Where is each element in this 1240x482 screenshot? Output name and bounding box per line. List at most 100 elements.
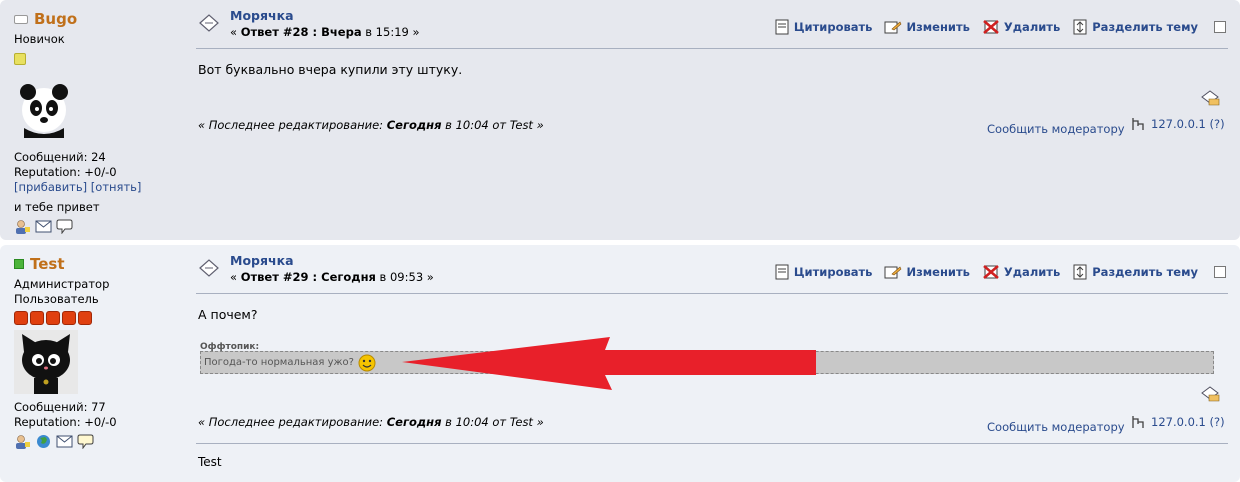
- personal-text: и тебе привет: [14, 200, 100, 214]
- online-status-icon: [14, 259, 24, 269]
- star-icon: [14, 53, 26, 65]
- poster-name-row: Test: [14, 255, 184, 273]
- signature-divider: [196, 443, 1228, 444]
- post-actions: Цитировать Изменить Удалить Разделить те…: [774, 19, 1226, 35]
- answer-label: Ответ #28 : Вчера: [240, 25, 362, 39]
- post-subject-link[interactable]: Морячка: [230, 8, 294, 23]
- post-answer-line: « Ответ #29 : Сегодня в 09:53 »: [230, 270, 434, 284]
- offtopic-text: Погода-то нормальная ужо?: [204, 357, 354, 368]
- ip-link[interactable]: 127.0.0.1 (?): [1151, 117, 1225, 131]
- star-icon: [62, 311, 76, 325]
- edit-prefix: « Последнее редактирование:: [198, 118, 387, 132]
- select-post-checkbox[interactable]: [1214, 21, 1226, 33]
- star-icon: [78, 311, 92, 325]
- last-edit-info: « Последнее редактирование: Сегодня в 10…: [198, 118, 544, 132]
- red-arrow-annotation: [402, 337, 816, 390]
- message-count: Сообщений: 77: [14, 400, 106, 414]
- member-rank: Новичок: [14, 32, 65, 46]
- email-icon[interactable]: [35, 219, 52, 234]
- pm-icon[interactable]: [77, 434, 94, 449]
- post-subject-link[interactable]: Морячка: [230, 253, 294, 268]
- post-divider: [196, 293, 1228, 294]
- quote-button[interactable]: Цитировать: [774, 19, 873, 35]
- member-group: Администратор: [14, 277, 110, 291]
- offline-status-icon: [14, 14, 28, 24]
- pm-icon[interactable]: [56, 219, 73, 234]
- delete-icon: [983, 265, 999, 279]
- select-post-checkbox[interactable]: [1214, 266, 1226, 278]
- split-icon: [1073, 264, 1087, 280]
- delete-button[interactable]: Удалить: [982, 19, 1060, 35]
- modify-button[interactable]: Изменить: [884, 19, 970, 35]
- edit-prefix: « Последнее редактирование:: [198, 415, 387, 429]
- post-answer-line: « Ответ #28 : Вчера в 15:19 »: [230, 25, 420, 39]
- last-edit-info: « Последнее редактирование: Сегодня в 10…: [198, 415, 544, 429]
- delete-label: Удалить: [1003, 20, 1061, 34]
- post-subject-icon: [199, 14, 219, 32]
- post-body: А почем?: [198, 307, 258, 322]
- reputation: Reputation: +0/-0: [14, 415, 117, 429]
- reputation-links: [прибавить] [отнять]: [14, 180, 184, 195]
- rank-stars: [14, 311, 184, 325]
- modify-label: Изменить: [906, 20, 970, 34]
- ip-icon: [1132, 118, 1144, 130]
- report-to-moderator-link[interactable]: Сообщить модератору: [987, 420, 1125, 434]
- answer-time: в 09:53 »: [375, 270, 434, 284]
- ip-link[interactable]: 127.0.0.1 (?): [1151, 415, 1225, 429]
- modify-label: Изменить: [906, 265, 970, 279]
- rep-add-link[interactable]: [прибавить]: [14, 180, 87, 194]
- poster-info: Bugo Новичок Сообщений: 24 Reputation: +…: [14, 10, 184, 234]
- smiley-icon: [358, 354, 376, 371]
- report-to-moderator-link[interactable]: Сообщить модератору: [987, 122, 1125, 136]
- profile-icons: [14, 219, 184, 234]
- username-link[interactable]: Test: [30, 255, 65, 273]
- split-topic-button[interactable]: Разделить тему: [1072, 264, 1198, 280]
- star-icon: [30, 311, 44, 325]
- answer-label: Ответ #29 : Сегодня: [240, 270, 376, 284]
- profile-icons: [14, 434, 184, 449]
- post-divider: [196, 48, 1228, 49]
- delete-label: Удалить: [1003, 265, 1061, 279]
- answer-prefix: «: [230, 270, 241, 284]
- website-globe-icon[interactable]: [35, 434, 52, 449]
- message-count: Сообщений: 24: [14, 150, 106, 164]
- rep-remove-link[interactable]: [отнять]: [91, 180, 142, 194]
- ip-address: 127.0.0.1 (?): [1131, 415, 1225, 429]
- quick-quote-icon[interactable]: [1199, 89, 1221, 107]
- rank-stars: [14, 53, 184, 68]
- poster-info: Test Администратор Пользователь Сообщени…: [14, 255, 184, 449]
- split-label: Разделить тему: [1092, 265, 1198, 279]
- split-topic-button[interactable]: Разделить тему: [1072, 19, 1198, 35]
- quote-label: Цитировать: [793, 265, 873, 279]
- edit-rest: в 10:04 от Test »: [441, 415, 544, 429]
- ip-icon: [1132, 416, 1144, 428]
- star-icon: [46, 311, 60, 325]
- modify-icon: [884, 21, 902, 34]
- delete-icon: [983, 20, 999, 34]
- signature: Test: [198, 455, 222, 469]
- edit-rest: в 10:04 от Test »: [441, 118, 544, 132]
- reputation: Reputation: +0/-0: [14, 165, 117, 179]
- split-label: Разделить тему: [1092, 20, 1198, 34]
- member-rank: Пользователь: [14, 292, 99, 306]
- avatar-panda: [20, 84, 68, 138]
- post-actions: Цитировать Изменить Удалить Разделить те…: [774, 264, 1226, 280]
- ip-address: 127.0.0.1 (?): [1131, 117, 1225, 131]
- email-icon[interactable]: [56, 434, 73, 449]
- post-subject-icon: [199, 259, 219, 277]
- quick-quote-icon[interactable]: [1199, 385, 1221, 403]
- profile-icon[interactable]: [14, 219, 31, 234]
- edit-when: Сегодня: [386, 118, 442, 132]
- delete-button[interactable]: Удалить: [982, 264, 1060, 280]
- answer-time: в 15:19 »: [361, 25, 420, 39]
- quote-button[interactable]: Цитировать: [774, 264, 873, 280]
- poster-name-row: Bugo: [14, 10, 184, 28]
- quote-icon: [775, 19, 789, 35]
- quote-label: Цитировать: [793, 20, 873, 34]
- profile-icon[interactable]: [14, 434, 31, 449]
- avatar-cat: [14, 330, 78, 394]
- modify-button[interactable]: Изменить: [884, 264, 970, 280]
- post-28: Bugo Новичок Сообщений: 24 Reputation: +…: [0, 0, 1240, 240]
- post-body: Вот буквально вчера купили эту штуку.: [198, 62, 463, 77]
- username-link[interactable]: Bugo: [34, 10, 77, 28]
